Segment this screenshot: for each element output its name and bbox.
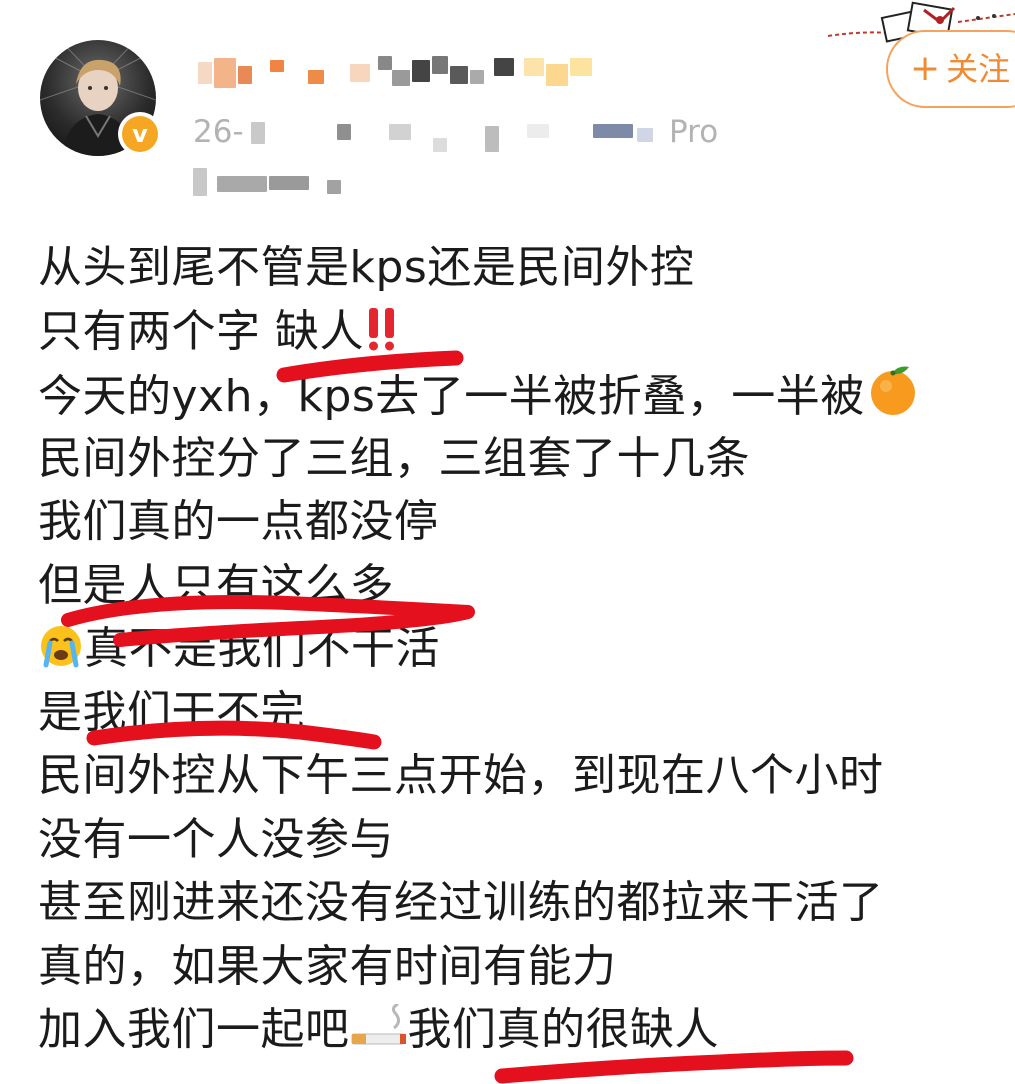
post-line-12: 真的，如果大家有时间有能力 — [38, 940, 617, 992]
cigarette-icon — [351, 1004, 406, 1045]
post-line-6: 但是人只有这么多 — [38, 559, 394, 611]
post-line-10: 没有一个人没参与 — [38, 813, 394, 865]
device-suffix: Pro — [669, 114, 719, 150]
crying-face-icon — [41, 626, 81, 668]
follow-button-label: 关注 — [946, 50, 1011, 88]
post-line-11: 甚至刚进来还没有经过训练的都拉来干活了 — [38, 877, 884, 928]
post-line-13: 加入我们一起吧 我们真的很缺人 — [38, 1004, 719, 1055]
post-body: 从头到尾不管是kps还是民间外控 只有两个字 缺人 今天的yxh，kps去了一半… — [38, 236, 998, 1062]
post-meta-info: 26- Pro — [193, 112, 753, 152]
follow-button[interactable]: + 关注 — [886, 30, 1015, 108]
verified-badge-icon: v — [118, 112, 162, 156]
post-line-1: 从头到尾不管是kps还是民间外控 — [38, 242, 695, 293]
post-line-4: 民间外控分了三组，三组套了十几条 — [38, 432, 750, 484]
double-exclamation-icon — [369, 307, 394, 350]
post-source-pixelated — [193, 166, 393, 200]
plus-icon: + — [910, 48, 941, 89]
post-line-9: 民间外控从下午三点开始，到现在八个小时 — [38, 750, 884, 801]
post-line-7: 真不是我们不干活 — [38, 617, 998, 681]
tangerine-icon — [870, 366, 915, 415]
post-line-5: 我们真的一点都没停 — [38, 496, 439, 547]
weibo-post-screenshot: v 26- Pro + 关注 从头到尾不管是kps还是民间外控 只有两个字 缺人… — [0, 0, 1015, 1084]
post-line-8: 是我们干不完 — [38, 686, 305, 738]
username-pixelated[interactable] — [198, 56, 598, 90]
post-line-3: 今天的yxh，kps去了一半被折叠，一半被 — [38, 363, 998, 427]
post-time-prefix: 26- — [193, 114, 244, 150]
post-line-2: 只有两个字 缺人 — [38, 300, 998, 364]
